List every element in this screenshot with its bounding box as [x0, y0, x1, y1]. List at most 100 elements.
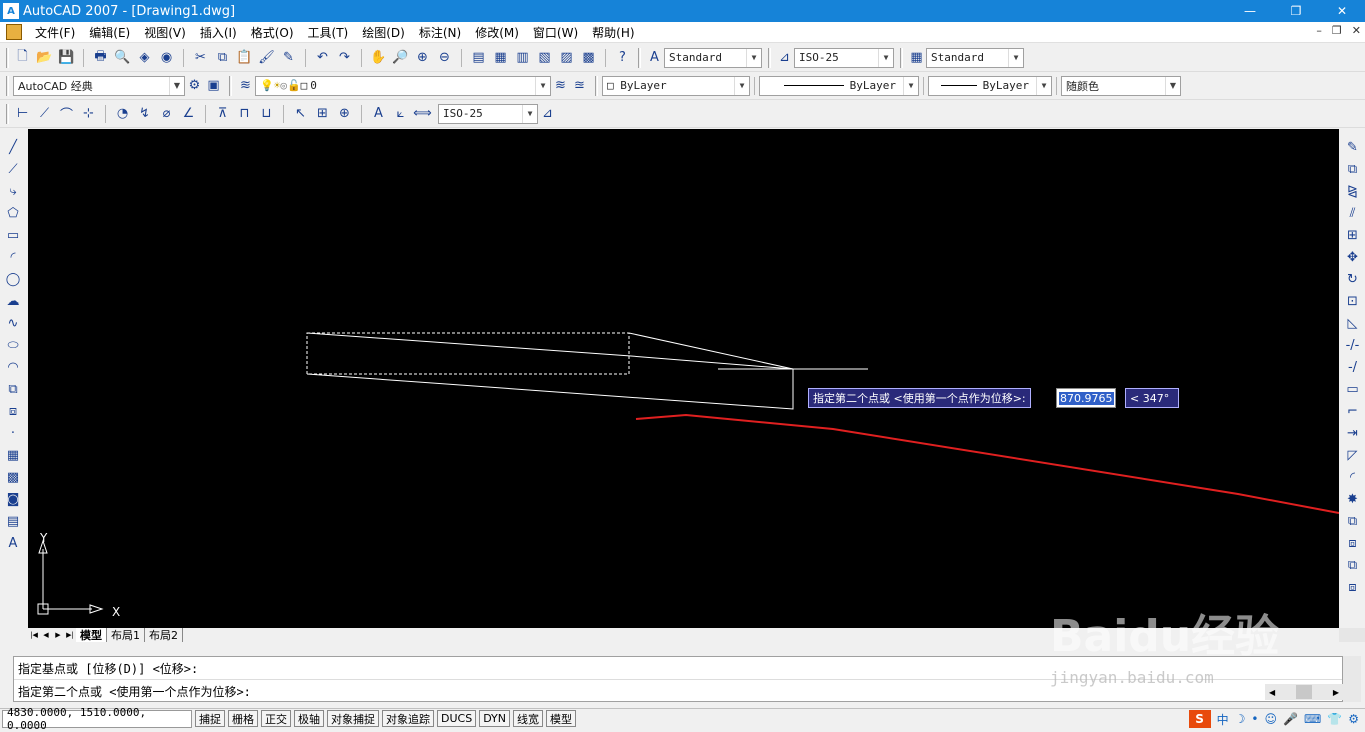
close-button[interactable]: ✕: [1319, 0, 1365, 22]
menu-insert[interactable]: 插入(I): [193, 24, 244, 41]
toolbar-grip[interactable]: [6, 75, 9, 96]
ellipse-arc-icon[interactable]: ◠: [4, 358, 23, 377]
block-editor-icon[interactable]: ✎: [279, 48, 298, 67]
dim-radius-icon[interactable]: ◔: [113, 104, 132, 123]
break-icon[interactable]: ⌐: [1343, 402, 1362, 421]
ime-skin-icon[interactable]: 👕: [1327, 712, 1342, 726]
scroll-thumb[interactable]: [1296, 685, 1312, 699]
sogou-ime-icon[interactable]: S: [1188, 710, 1211, 728]
scroll-right-icon[interactable]: ▶: [1333, 688, 1339, 697]
dim-jogged-icon[interactable]: ↯: [135, 104, 154, 123]
erase-icon[interactable]: ✎: [1343, 138, 1362, 157]
toolbar-grip[interactable]: [768, 47, 771, 68]
dynamic-input-angle[interactable]: < 347°: [1125, 388, 1179, 408]
zoom-window-icon[interactable]: ⊕: [413, 48, 432, 67]
dim-linear-icon[interactable]: ⊢: [13, 104, 32, 123]
draworder-back-icon[interactable]: ⧈: [1343, 534, 1362, 553]
move-icon[interactable]: ✥: [1343, 248, 1362, 267]
spline-icon[interactable]: ∿: [4, 314, 23, 333]
dim-arc-icon[interactable]: ⌒: [57, 104, 76, 123]
table-icon[interactable]: ▤: [4, 512, 23, 531]
dim-diameter-icon[interactable]: ⌀: [157, 104, 176, 123]
help-icon[interactable]: ?: [613, 48, 632, 67]
line-icon[interactable]: ╱: [4, 138, 23, 157]
pan-icon[interactable]: ✋: [369, 48, 388, 67]
quick-leader-icon[interactable]: ↖: [291, 104, 310, 123]
make-current-layer-icon[interactable]: ≋: [551, 76, 570, 95]
workspace-select[interactable]: AutoCAD 经典 ▼: [13, 75, 185, 96]
dim-edit-icon[interactable]: A: [369, 104, 388, 123]
dim-ordinate-icon[interactable]: ⊹: [79, 104, 98, 123]
table-style-select[interactable]: Standard ▼: [926, 47, 1024, 68]
color-select[interactable]: □ ByLayer ▼: [602, 75, 750, 96]
copy-icon[interactable]: ⧉: [213, 48, 232, 67]
menu-help[interactable]: 帮助(H): [585, 24, 641, 41]
extend-icon[interactable]: -/: [1343, 358, 1362, 377]
match-properties-icon[interactable]: 🖌: [257, 48, 276, 67]
osnap-toggle[interactable]: 对象捕捉: [327, 710, 379, 727]
autocad-app-icon[interactable]: A: [3, 3, 19, 19]
draworder-front-icon[interactable]: ⧉: [1343, 512, 1362, 531]
paste-icon[interactable]: 📋: [235, 48, 254, 67]
ime-settings-icon[interactable]: ⚙: [1348, 712, 1359, 726]
markup-icon[interactable]: ▨: [557, 48, 576, 67]
chamfer-icon[interactable]: ◸: [1343, 446, 1362, 465]
menu-edit[interactable]: 编辑(E): [82, 24, 137, 41]
dim-style-select[interactable]: ISO-25 ▼: [794, 47, 894, 68]
construction-line-icon[interactable]: ⟋: [4, 160, 23, 179]
workspace-save-icon[interactable]: ▣: [204, 76, 223, 95]
design-center-icon[interactable]: ▦: [491, 48, 510, 67]
cut-icon[interactable]: ✂: [191, 48, 210, 67]
document-icon[interactable]: [6, 24, 22, 40]
3d-dwf-icon[interactable]: ◉: [157, 48, 176, 67]
menu-format[interactable]: 格式(O): [244, 24, 301, 41]
toolbar-grip[interactable]: [6, 103, 9, 124]
layer-previous-icon[interactable]: ≊: [570, 76, 589, 95]
plotstyle-select[interactable]: 随颜色 ▼: [1061, 75, 1181, 96]
sheet-set-icon[interactable]: ▧: [535, 48, 554, 67]
circle-icon[interactable]: ◯: [4, 270, 23, 289]
dim-style-control-select[interactable]: ISO-25 ▼: [438, 103, 538, 124]
lineweight-toggle[interactable]: 线宽: [513, 710, 544, 727]
quick-dim-icon[interactable]: ⊼: [213, 104, 232, 123]
fillet-icon[interactable]: ◜: [1343, 468, 1362, 487]
zoom-realtime-icon[interactable]: 🔎: [391, 48, 410, 67]
menu-dimension[interactable]: 标注(N): [412, 24, 468, 41]
scroll-left-icon[interactable]: ◀: [1269, 688, 1275, 697]
ime-keyboard-icon[interactable]: ⌨: [1304, 712, 1321, 726]
prev-tab-icon[interactable]: ◀: [40, 629, 52, 641]
make-block-icon[interactable]: ⧈: [4, 402, 23, 421]
toolbar-grip[interactable]: [595, 75, 598, 96]
first-tab-icon[interactable]: |◀: [28, 629, 40, 641]
revision-cloud-icon[interactable]: ☁: [4, 292, 23, 311]
doc-minimize-button[interactable]: –: [1316, 24, 1322, 37]
ducs-toggle[interactable]: DUCS: [437, 710, 477, 727]
arc-icon[interactable]: ◜: [4, 248, 23, 267]
command-vertical-scrollbar[interactable]: [1343, 656, 1361, 702]
dim-aligned-icon[interactable]: ⟋: [35, 104, 54, 123]
tool-palettes-icon[interactable]: ▥: [513, 48, 532, 67]
draworder-above-icon[interactable]: ⧉: [1343, 556, 1362, 575]
ime-mic-icon[interactable]: 🎤: [1283, 712, 1298, 726]
menu-file[interactable]: 文件(F): [28, 24, 82, 41]
table-style-icon[interactable]: ▦: [907, 48, 926, 67]
dyn-toggle[interactable]: DYN: [479, 710, 511, 727]
point-icon[interactable]: ·: [4, 424, 23, 443]
rectangle-icon[interactable]: ▭: [4, 226, 23, 245]
grid-toggle[interactable]: 栅格: [228, 710, 258, 727]
toolbar-grip[interactable]: [229, 75, 232, 96]
maximize-button[interactable]: ❐: [1273, 0, 1319, 22]
text-style-select[interactable]: Standard ▼: [664, 47, 762, 68]
calculator-icon[interactable]: ▩: [579, 48, 598, 67]
doc-restore-button[interactable]: ❐: [1332, 24, 1342, 37]
ortho-toggle[interactable]: 正交: [261, 710, 291, 727]
tab-layout1[interactable]: 布局1: [107, 628, 145, 642]
menu-draw[interactable]: 绘图(D): [355, 24, 412, 41]
dim-update-icon[interactable]: ⟺: [413, 104, 432, 123]
toolbar-grip[interactable]: [638, 47, 641, 68]
ime-moon-icon[interactable]: ☽: [1235, 712, 1246, 726]
dim-style-manager-icon[interactable]: ⊿: [538, 104, 557, 123]
layer-manager-icon[interactable]: ≋: [236, 76, 255, 95]
toolbar-grip[interactable]: [6, 47, 9, 68]
dim-style-icon[interactable]: ⊿: [775, 48, 794, 67]
